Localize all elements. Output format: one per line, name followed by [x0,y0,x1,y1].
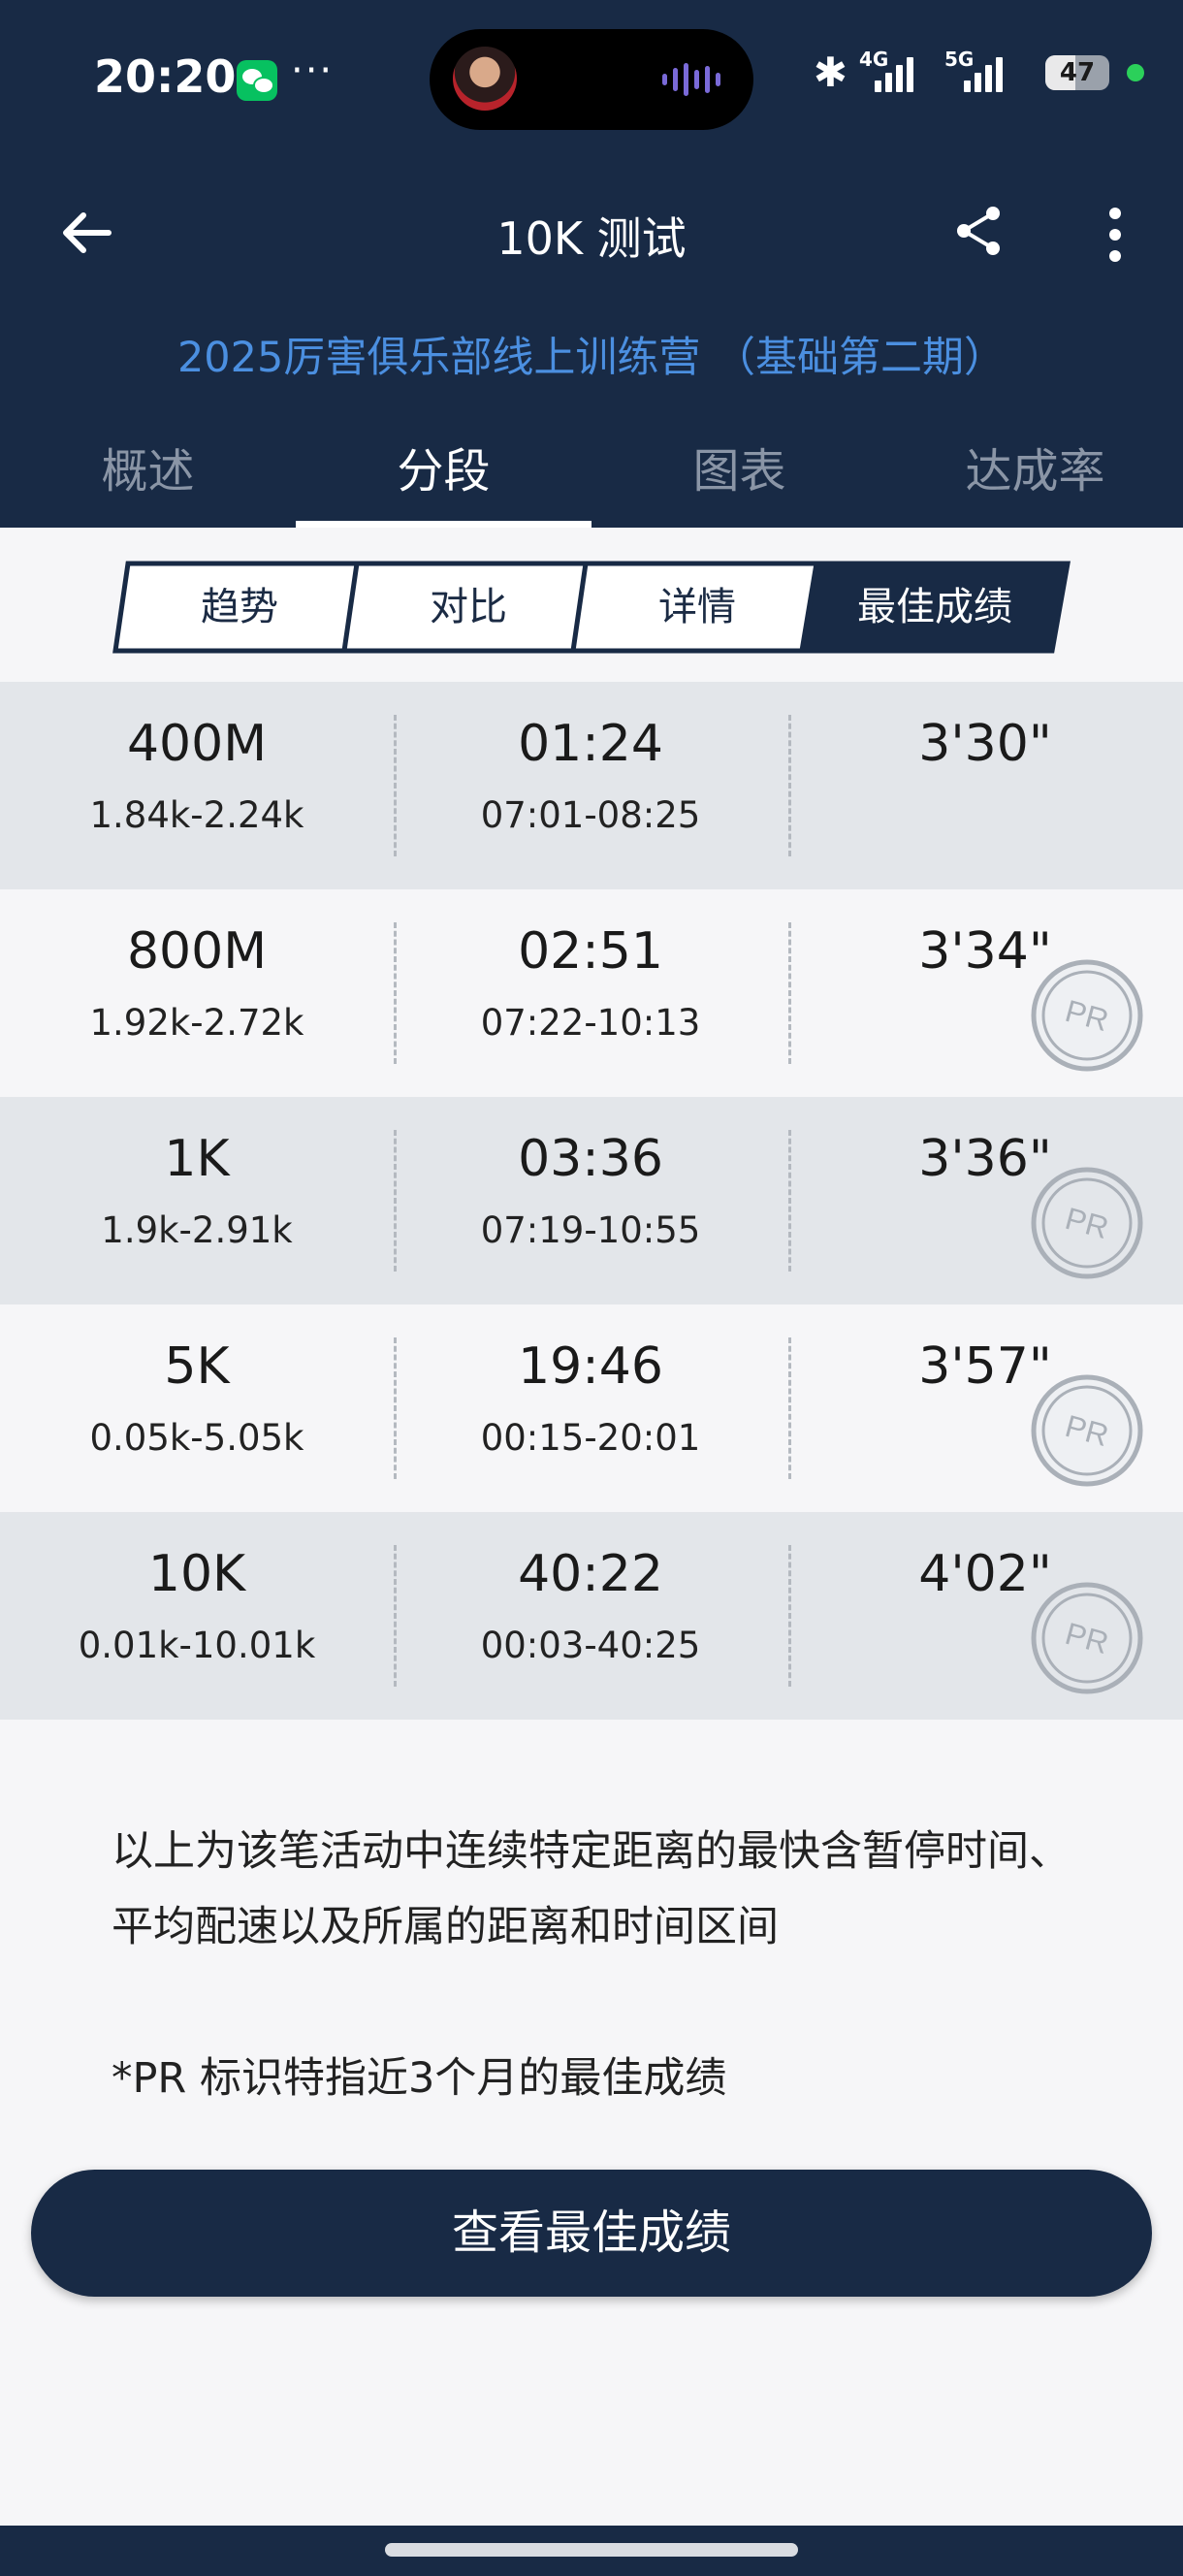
time-cell: 02:51 07:22-10:13 [394,889,787,1044]
distance-range: 0.01k-10.01k [78,1625,316,1666]
battery-icon: 47 [1045,54,1109,90]
time-value: 02:51 [518,922,663,981]
best-results-list: 400M 1.84k-2.24k 01:24 07:01-08:25 3'30"… [0,682,1183,1720]
network-4g-label: 4G [859,47,889,71]
status-icons: ✱ 4G 5G 47 [814,48,1144,96]
status-time: 20:20 [94,50,237,103]
network-5g-label: 5G [944,47,975,71]
distance-value: 1K [164,1130,230,1188]
tab-charts[interactable]: 图表 [592,433,887,528]
time-range: 00:03-40:25 [480,1625,701,1666]
time-cell: 03:36 07:19-10:55 [394,1097,787,1251]
battery-percent: 47 [1059,57,1096,87]
more-notifications-icon: ··· [291,48,335,93]
more-vertical-icon[interactable] [1096,206,1135,264]
camp-subtitle[interactable]: 2025厉害俱乐部线上训练营 （基础第二期） [0,324,1183,384]
tab-splits[interactable]: 分段 [296,433,592,528]
distance-cell: 5K 0.05k-5.05k [0,1304,394,1459]
pr-badge-icon: PR [1031,1374,1143,1487]
segment-trend[interactable]: 趋势 [112,561,367,654]
time-range: 07:22-10:13 [480,1002,701,1044]
bluetooth-icon: ✱ [813,48,847,96]
segment-compare-label: 对比 [430,585,507,629]
time-range: 00:15-20:01 [480,1417,701,1459]
pr-note: *PR 标识特指近3个月的最佳成绩 [112,2054,727,2103]
distance-value: 5K [164,1337,230,1396]
time-range: 07:19-10:55 [480,1209,701,1251]
list-item[interactable]: 800M 1.92k-2.72k 02:51 07:22-10:13 3'34"… [0,889,1183,1097]
audio-wave-icon [662,62,720,97]
signal-4g-icon: 4G [859,48,933,92]
segmented-control: 趋势 对比 详情 最佳成绩 [112,561,1071,654]
main-tabs: 概述 分段 图表 达成率 [0,433,1183,528]
view-best-results-button[interactable]: 查看最佳成绩 [31,2170,1152,2297]
list-item[interactable]: 10K 0.01k-10.01k 40:22 00:03-40:25 4'02"… [0,1512,1183,1720]
dynamic-island[interactable] [430,29,753,130]
time-cell: 01:24 07:01-08:25 [394,682,787,836]
distance-cell: 400M 1.84k-2.24k [0,682,394,836]
distance-range: 1.92k-2.72k [89,1002,304,1044]
distance-cell: 10K 0.01k-10.01k [0,1512,394,1666]
time-cell: 40:22 00:03-40:25 [394,1512,787,1666]
time-cell: 19:46 00:15-20:01 [394,1304,787,1459]
tab-achievement-rate[interactable]: 达成率 [887,433,1183,528]
time-range: 07:01-08:25 [480,794,701,836]
distance-range: 1.84k-2.24k [89,794,304,836]
time-value: 03:36 [518,1130,663,1188]
wechat-notification-icon [237,60,277,101]
time-value: 40:22 [518,1545,663,1603]
distance-cell: 1K 1.9k-2.91k [0,1097,394,1251]
distance-cell: 800M 1.92k-2.72k [0,889,394,1044]
pace-cell: 3'30" [788,682,1182,773]
tab-overview[interactable]: 概述 [0,433,296,528]
header: 20:20 ··· ✱ 4G 5G 47 10K 测试 2025厉害俱乐部线上训… [0,0,1183,528]
segment-best-results-label: 最佳成绩 [857,585,1012,629]
segment-trend-label: 趋势 [201,585,278,629]
distance-range: 0.05k-5.05k [89,1417,304,1459]
time-value: 19:46 [518,1337,663,1396]
list-item[interactable]: 1K 1.9k-2.91k 03:36 07:19-10:55 3'36" PR [0,1097,1183,1304]
segment-best-results[interactable]: 最佳成绩 [799,561,1071,654]
home-indicator[interactable] [385,2543,798,2557]
segment-details-label: 详情 [658,585,736,629]
pr-badge-icon: PR [1031,1582,1143,1694]
distance-value: 400M [126,715,268,773]
media-thumbnail [453,47,517,111]
charging-dot [1127,63,1144,81]
signal-5g-icon: 5G [944,48,1034,92]
segment-details[interactable]: 详情 [570,561,824,654]
pr-badge-icon: PR [1031,959,1143,1072]
distance-value: 10K [147,1545,246,1603]
pr-badge-icon: PR [1031,1167,1143,1279]
time-value: 01:24 [518,715,663,773]
segment-compare[interactable]: 对比 [341,561,595,654]
distance-value: 800M [126,922,268,981]
list-item[interactable]: 5K 0.05k-5.05k 19:46 00:15-20:01 3'57" P… [0,1304,1183,1512]
pace-value: 3'30" [918,715,1052,773]
share-icon[interactable] [952,204,1007,258]
distance-range: 1.9k-2.91k [101,1209,293,1251]
explanation-note: 以上为该笔活动中连续特定距离的最快含暂停时间、平均配速以及所属的距离和时间区间 [112,1827,1071,1951]
list-item[interactable]: 400M 1.84k-2.24k 01:24 07:01-08:25 3'30" [0,682,1183,889]
